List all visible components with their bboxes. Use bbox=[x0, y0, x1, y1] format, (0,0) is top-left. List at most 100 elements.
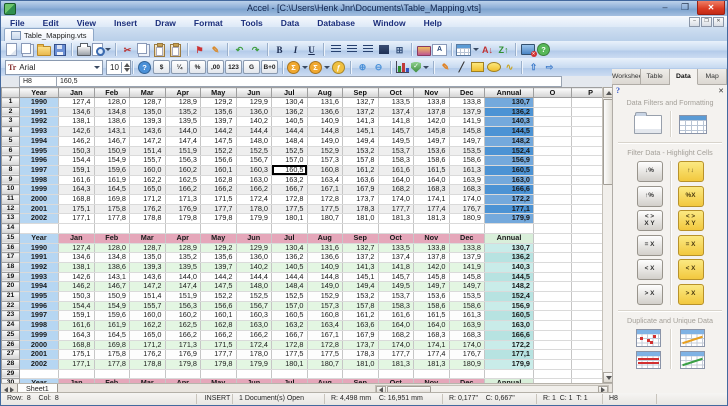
row-header[interactable]: 9 bbox=[2, 175, 20, 185]
cell[interactable]: 156,9 bbox=[485, 156, 534, 166]
cell-reference-box[interactable]: H8 bbox=[19, 76, 58, 87]
cell[interactable] bbox=[534, 350, 572, 360]
cell[interactable]: 1994 bbox=[20, 282, 59, 292]
cell[interactable]: 145,8 bbox=[414, 272, 450, 282]
cell[interactable]: 160,0 bbox=[130, 165, 166, 175]
cell[interactable]: 144,5 bbox=[485, 127, 534, 137]
cell[interactable]: 145,7 bbox=[378, 272, 414, 282]
close-button[interactable]: ✕ bbox=[697, 1, 725, 15]
cell[interactable]: 1998 bbox=[20, 175, 59, 185]
cell[interactable]: 160,0 bbox=[130, 311, 166, 321]
cell[interactable]: 163,0 bbox=[236, 321, 272, 331]
cell[interactable] bbox=[534, 262, 572, 272]
cell[interactable]: 131,6 bbox=[307, 98, 343, 108]
cell[interactable]: 177,5 bbox=[307, 350, 343, 360]
cell[interactable]: 160,5 bbox=[272, 311, 308, 321]
cell[interactable]: 144,0 bbox=[165, 272, 201, 282]
column-header-year[interactable]: Year bbox=[20, 88, 59, 98]
cell[interactable]: 153,7 bbox=[378, 146, 414, 156]
cell[interactable]: 144,8 bbox=[307, 127, 343, 137]
cell[interactable]: 133,5 bbox=[378, 243, 414, 253]
row-header[interactable]: 17 bbox=[2, 253, 20, 263]
cell[interactable]: 149,5 bbox=[378, 282, 414, 292]
highlight-unique-icon[interactable] bbox=[680, 329, 705, 347]
cell[interactable]: 147,5 bbox=[201, 136, 237, 146]
cell[interactable] bbox=[534, 359, 572, 369]
cell[interactable]: 136,2 bbox=[272, 107, 308, 117]
cell[interactable]: 165,0 bbox=[130, 330, 166, 340]
format-fraction-button[interactable]: ¼ bbox=[171, 60, 188, 74]
align-right-icon[interactable] bbox=[360, 43, 375, 57]
cell[interactable] bbox=[534, 156, 572, 166]
cell[interactable] bbox=[59, 369, 95, 379]
cell[interactable]: 132,7 bbox=[343, 243, 379, 253]
filter-equal-button[interactable]: = X bbox=[637, 235, 663, 256]
cell[interactable]: 149,7 bbox=[414, 282, 450, 292]
row-header[interactable]: 25 bbox=[2, 330, 20, 340]
cell[interactable] bbox=[378, 224, 414, 234]
font-size-spinner[interactable] bbox=[121, 62, 132, 73]
cell[interactable]: 1992 bbox=[20, 117, 59, 127]
cell[interactable]: 177,4 bbox=[414, 350, 450, 360]
cell[interactable]: 178,3 bbox=[343, 350, 379, 360]
cell[interactable]: 146,7 bbox=[94, 282, 130, 292]
filter-between-button[interactable]: < > X Y bbox=[637, 210, 663, 231]
validate-data-icon[interactable] bbox=[411, 60, 429, 74]
cell[interactable]: 144,4 bbox=[236, 272, 272, 282]
cell[interactable]: 140,9 bbox=[307, 262, 343, 272]
row-header[interactable]: 4 bbox=[2, 127, 20, 137]
cell[interactable]: 140,2 bbox=[236, 262, 272, 272]
restore-button[interactable]: ❐ bbox=[677, 1, 693, 14]
cell[interactable]: 161,3 bbox=[449, 165, 485, 175]
cell[interactable]: 128,7 bbox=[130, 243, 166, 253]
cell[interactable]: 158,6 bbox=[449, 156, 485, 166]
cell[interactable]: 130,4 bbox=[272, 243, 308, 253]
draw-ellipse-icon[interactable] bbox=[486, 60, 501, 74]
cell[interactable]: 163,2 bbox=[272, 321, 308, 331]
column-header-aug[interactable]: Aug bbox=[307, 88, 343, 98]
cell[interactable]: 168,8 bbox=[59, 195, 95, 205]
cell[interactable]: 152,2 bbox=[201, 292, 237, 302]
cell[interactable]: 147,5 bbox=[201, 282, 237, 292]
cell[interactable]: 166,2 bbox=[201, 185, 237, 195]
cell[interactable]: 129,9 bbox=[236, 98, 272, 108]
column-header-apr[interactable]: Apr bbox=[165, 88, 201, 98]
cell[interactable]: 156,3 bbox=[165, 301, 201, 311]
cell[interactable] bbox=[572, 146, 603, 156]
mdi-restore-button[interactable]: ❐ bbox=[701, 17, 712, 27]
row-header[interactable]: 24 bbox=[2, 321, 20, 331]
cell[interactable]: 144,2 bbox=[201, 272, 237, 282]
cell[interactable]: 145,8 bbox=[414, 127, 450, 137]
cell[interactable]: 1996 bbox=[20, 156, 59, 166]
draw-rectangle-icon[interactable] bbox=[470, 60, 485, 74]
cell[interactable]: 131,6 bbox=[307, 243, 343, 253]
row-header[interactable]: 29 bbox=[2, 369, 20, 379]
cell[interactable]: 147,2 bbox=[130, 282, 166, 292]
cell[interactable]: 168,3 bbox=[414, 330, 450, 340]
cell[interactable]: 169,8 bbox=[94, 340, 130, 350]
cell[interactable]: 175,1 bbox=[59, 204, 95, 214]
cell[interactable]: 140,2 bbox=[236, 117, 272, 127]
cell[interactable]: 140,5 bbox=[272, 117, 308, 127]
cell[interactable]: 152,9 bbox=[307, 146, 343, 156]
cell[interactable]: 149,5 bbox=[378, 136, 414, 146]
font-size-input[interactable]: 10 bbox=[106, 60, 131, 75]
cell[interactable] bbox=[572, 204, 603, 214]
underline-button[interactable]: U bbox=[304, 43, 319, 57]
cell[interactable]: 133,8 bbox=[414, 98, 450, 108]
print-icon[interactable] bbox=[76, 43, 91, 57]
cell[interactable]: 144,0 bbox=[165, 127, 201, 137]
cell[interactable]: 147,4 bbox=[165, 136, 201, 146]
cell[interactable]: 177,7 bbox=[201, 204, 237, 214]
save-icon[interactable] bbox=[52, 43, 67, 57]
autosum-icon[interactable]: Σ bbox=[287, 60, 308, 74]
cell[interactable]: 152,5 bbox=[272, 292, 308, 302]
cell[interactable]: 158,6 bbox=[449, 301, 485, 311]
highlight-marker-icon[interactable]: ⚑ bbox=[192, 43, 207, 57]
cell[interactable] bbox=[378, 369, 414, 379]
cell[interactable]: 177,5 bbox=[272, 350, 308, 360]
cell[interactable] bbox=[343, 369, 379, 379]
cell[interactable] bbox=[572, 340, 603, 350]
mdi-close-button[interactable]: ✕ bbox=[713, 17, 724, 27]
cell[interactable]: 145,8 bbox=[449, 127, 485, 137]
